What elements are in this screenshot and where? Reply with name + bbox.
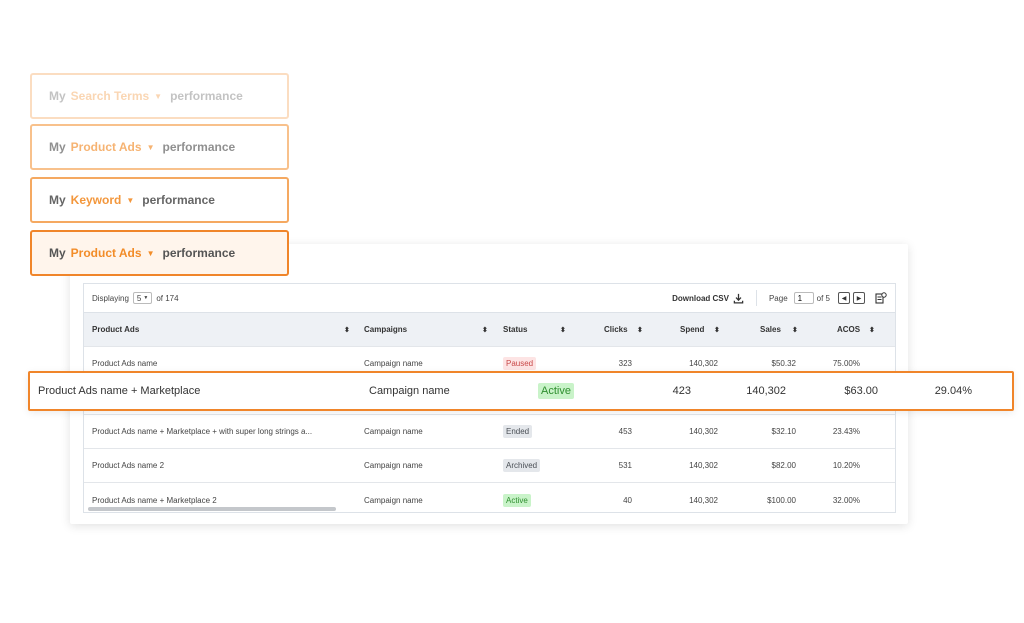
horizontal-scrollbar[interactable] — [88, 507, 336, 511]
spend-cell: 140,302 — [746, 385, 786, 397]
selector-option[interactable]: Keyword — [71, 193, 122, 207]
acos-cell: 10.20% — [832, 461, 860, 470]
page-total: of 5 — [816, 293, 830, 303]
clicks-cell: 453 — [618, 427, 632, 436]
selector-suffix: performance — [162, 140, 236, 154]
column-header-product-ads[interactable]: Product Ads — [92, 313, 350, 346]
clicks-cell: 40 — [623, 495, 632, 505]
selector-option[interactable]: Product Ads — [71, 140, 142, 154]
selector-prefix: My — [49, 89, 66, 103]
product-ads-cell: Product Ads name + Marketplace — [38, 385, 201, 397]
column-header-acos[interactable]: ACOS — [837, 313, 860, 346]
selector-option[interactable]: Product Ads — [71, 246, 142, 260]
download-label: Download CSV — [672, 293, 729, 303]
next-page-icon[interactable]: ▶ — [853, 292, 865, 304]
selector-product-ads-faded[interactable]: My Product Ads ▼ performance — [30, 124, 289, 170]
caret-down-icon[interactable]: ▼ — [154, 92, 162, 101]
selector-prefix: My — [49, 246, 66, 260]
clicks-cell: 423 — [672, 385, 691, 397]
displaying-label: Displaying — [92, 293, 129, 303]
caret-down-icon[interactable]: ▼ — [126, 196, 134, 205]
page-size-select[interactable]: 5 ▼ — [132, 292, 153, 304]
prev-page-icon[interactable]: ◀ — [838, 292, 850, 304]
selector-prefix: My — [49, 140, 66, 154]
sort-icon[interactable]: ⬍ — [792, 313, 798, 346]
download-icon — [733, 293, 744, 304]
caret-down-icon[interactable]: ▼ — [147, 249, 155, 258]
selector-prefix: My — [49, 193, 66, 207]
sort-icon[interactable]: ⬍ — [714, 313, 720, 346]
sort-icon[interactable]: ⬍ — [344, 313, 350, 346]
campaign-cell: Campaign name — [369, 385, 450, 397]
acos-cell: 23.43% — [832, 427, 860, 436]
status-cell: Archived — [503, 449, 541, 482]
clicks-cell: 531 — [618, 461, 632, 470]
column-header-campaigns[interactable]: Campaigns — [364, 313, 407, 346]
column-header-status[interactable]: Status — [503, 313, 527, 346]
sales-cell: $32.10 — [771, 427, 796, 436]
selector-suffix: performance — [170, 89, 243, 103]
sales-cell: $82.00 — [771, 461, 796, 470]
page-label: Page — [768, 293, 788, 303]
status-badge: Ended — [503, 425, 533, 438]
page-size-value: 5 — [136, 293, 142, 303]
selector-search-terms[interactable]: My Search Terms ▼ performance — [30, 73, 289, 119]
selector-product-ads-active[interactable]: My Product Ads ▼ performance — [30, 230, 289, 276]
sort-icon[interactable]: ⬍ — [637, 313, 643, 346]
table-toolbar: Displaying 5 ▼ of 174 Download CSV Page … — [84, 284, 895, 313]
page-number-input[interactable] — [793, 292, 814, 304]
column-header-clicks[interactable]: Clicks — [604, 313, 628, 346]
total-count: of 174 — [156, 293, 179, 303]
product-ads-cell: Product Ads name + Marketplace + with su… — [92, 427, 313, 436]
pagination: Page of 5 ◀ ▶ — [769, 292, 887, 304]
selector-keyword[interactable]: My Keyword ▼ performance — [30, 177, 289, 223]
table-header-row: Product Ads ⬍ Campaigns ⬍ Status ⬍ Click… — [84, 313, 895, 347]
status-cell: Active — [503, 483, 531, 512]
download-csv-button[interactable]: Download CSV — [672, 293, 744, 304]
status-badge: Active — [538, 383, 574, 399]
status-badge: Active — [503, 493, 531, 507]
toolbar-divider — [755, 290, 757, 306]
status-badge: Paused — [503, 357, 537, 370]
sales-cell: $63.00 — [844, 385, 878, 397]
acos-cell: 29.04% — [934, 385, 972, 397]
sales-cell: $100.00 — [767, 495, 796, 505]
spend-cell: 140,302 — [689, 427, 718, 436]
sort-icon[interactable]: ⬍ — [869, 313, 875, 346]
sort-icon[interactable]: ⬍ — [482, 313, 488, 346]
campaign-cell: Campaign name — [364, 427, 423, 436]
status-cell: Ended — [503, 415, 533, 448]
chevron-down-icon: ▼ — [143, 295, 149, 301]
campaign-cell: Campaign name — [364, 461, 423, 470]
table-row[interactable]: Product Ads name 2 Campaign name Archive… — [84, 449, 895, 483]
selector-suffix: performance — [142, 193, 215, 207]
table-row[interactable]: Product Ads name + Marketplace + with su… — [84, 415, 895, 449]
selector-option[interactable]: Search Terms — [71, 89, 150, 103]
acos-cell: 32.00% — [832, 495, 860, 505]
column-header-sales[interactable]: Sales — [760, 313, 781, 346]
column-header-spend[interactable]: Spend — [680, 313, 704, 346]
product-ads-cell: Product Ads name 2 — [92, 461, 165, 470]
sort-icon[interactable]: ⬍ — [560, 313, 566, 346]
caret-down-icon[interactable]: ▼ — [147, 143, 155, 152]
column-settings-icon[interactable] — [875, 292, 887, 304]
status-cell: Active — [538, 373, 574, 409]
campaign-cell: Campaign name — [364, 495, 423, 505]
spend-cell: 140,302 — [689, 495, 718, 505]
status-badge: Archived — [503, 459, 541, 472]
spend-cell: 140,302 — [689, 461, 718, 470]
highlighted-row[interactable]: Product Ads name + Marketplace Campaign … — [28, 371, 1014, 411]
selector-suffix: performance — [162, 246, 236, 260]
